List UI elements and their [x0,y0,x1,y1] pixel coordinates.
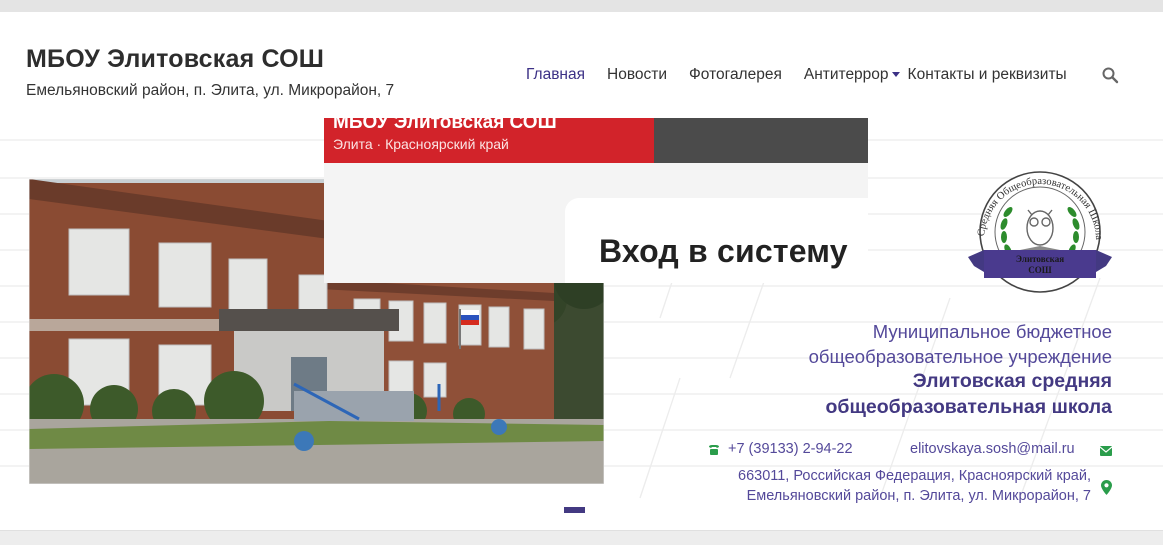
school-name-line2: общеобразовательная школа [825,396,1112,418]
nav-item-contacts[interactable]: Контакты и реквизиты [908,66,1067,84]
overlay-subtitle: Элита · Красноярский край [333,136,509,152]
phone-icon [709,445,719,455]
org-type-line1: Муниципальное бюджетное [872,321,1112,342]
school-emblem: Средняя Общеобразовательная Школа Элитов… [968,171,1112,293]
nav-item-home[interactable]: Главная [526,66,585,84]
map-pin-icon [1101,480,1112,495]
site-title[interactable]: МБОУ Элитовская СОШ [26,45,324,74]
overlay-dark-band [654,118,868,163]
search-icon[interactable] [1101,66,1119,84]
hero-slider: МБОУ Элитовская СОШ Элита · Красноярский… [0,118,1163,528]
emblem-ribbon-line2: СОШ [1028,265,1052,275]
postal-address-line1: 663011, Российская Федерация, Красноярск… [738,468,1091,484]
school-name-line1: Элитовская средняя [912,370,1112,392]
bottom-strip [0,530,1163,545]
email-address[interactable]: elitovskaya.sosh@mail.ru [910,441,1075,457]
login-heading[interactable]: Вход в систему [599,233,848,270]
org-type-line2: общеобразовательное учреждение [808,346,1112,367]
nav-item-antiterror[interactable]: Антитеррор [804,66,900,84]
nav-item-gallery[interactable]: Фотогалерея [689,66,782,84]
slider-dot-1[interactable] [564,507,585,513]
postal-address-line2: Емельяновский район, п. Элита, ул. Микро… [746,488,1091,504]
nav-item-news[interactable]: Новости [607,66,667,84]
site-address: Емельяновский район, п. Элита, ул. Микро… [26,82,395,99]
mail-icon [1100,446,1112,456]
nav-item-antiterror-label: Антитеррор [803,66,889,83]
main-nav: Главная Новости Фотогалерея Антитеррор К… [526,66,1089,84]
chevron-down-icon [891,72,900,78]
phone-number[interactable]: +7 (39133) 2-94-22 [728,441,853,457]
emblem-ribbon-line1: Элитовская [1016,254,1064,264]
overlay-title: МБОУ Элитовская СОШ [333,118,557,133]
login-overlay: МБОУ Элитовская СОШ Элита · Красноярский… [324,118,868,283]
